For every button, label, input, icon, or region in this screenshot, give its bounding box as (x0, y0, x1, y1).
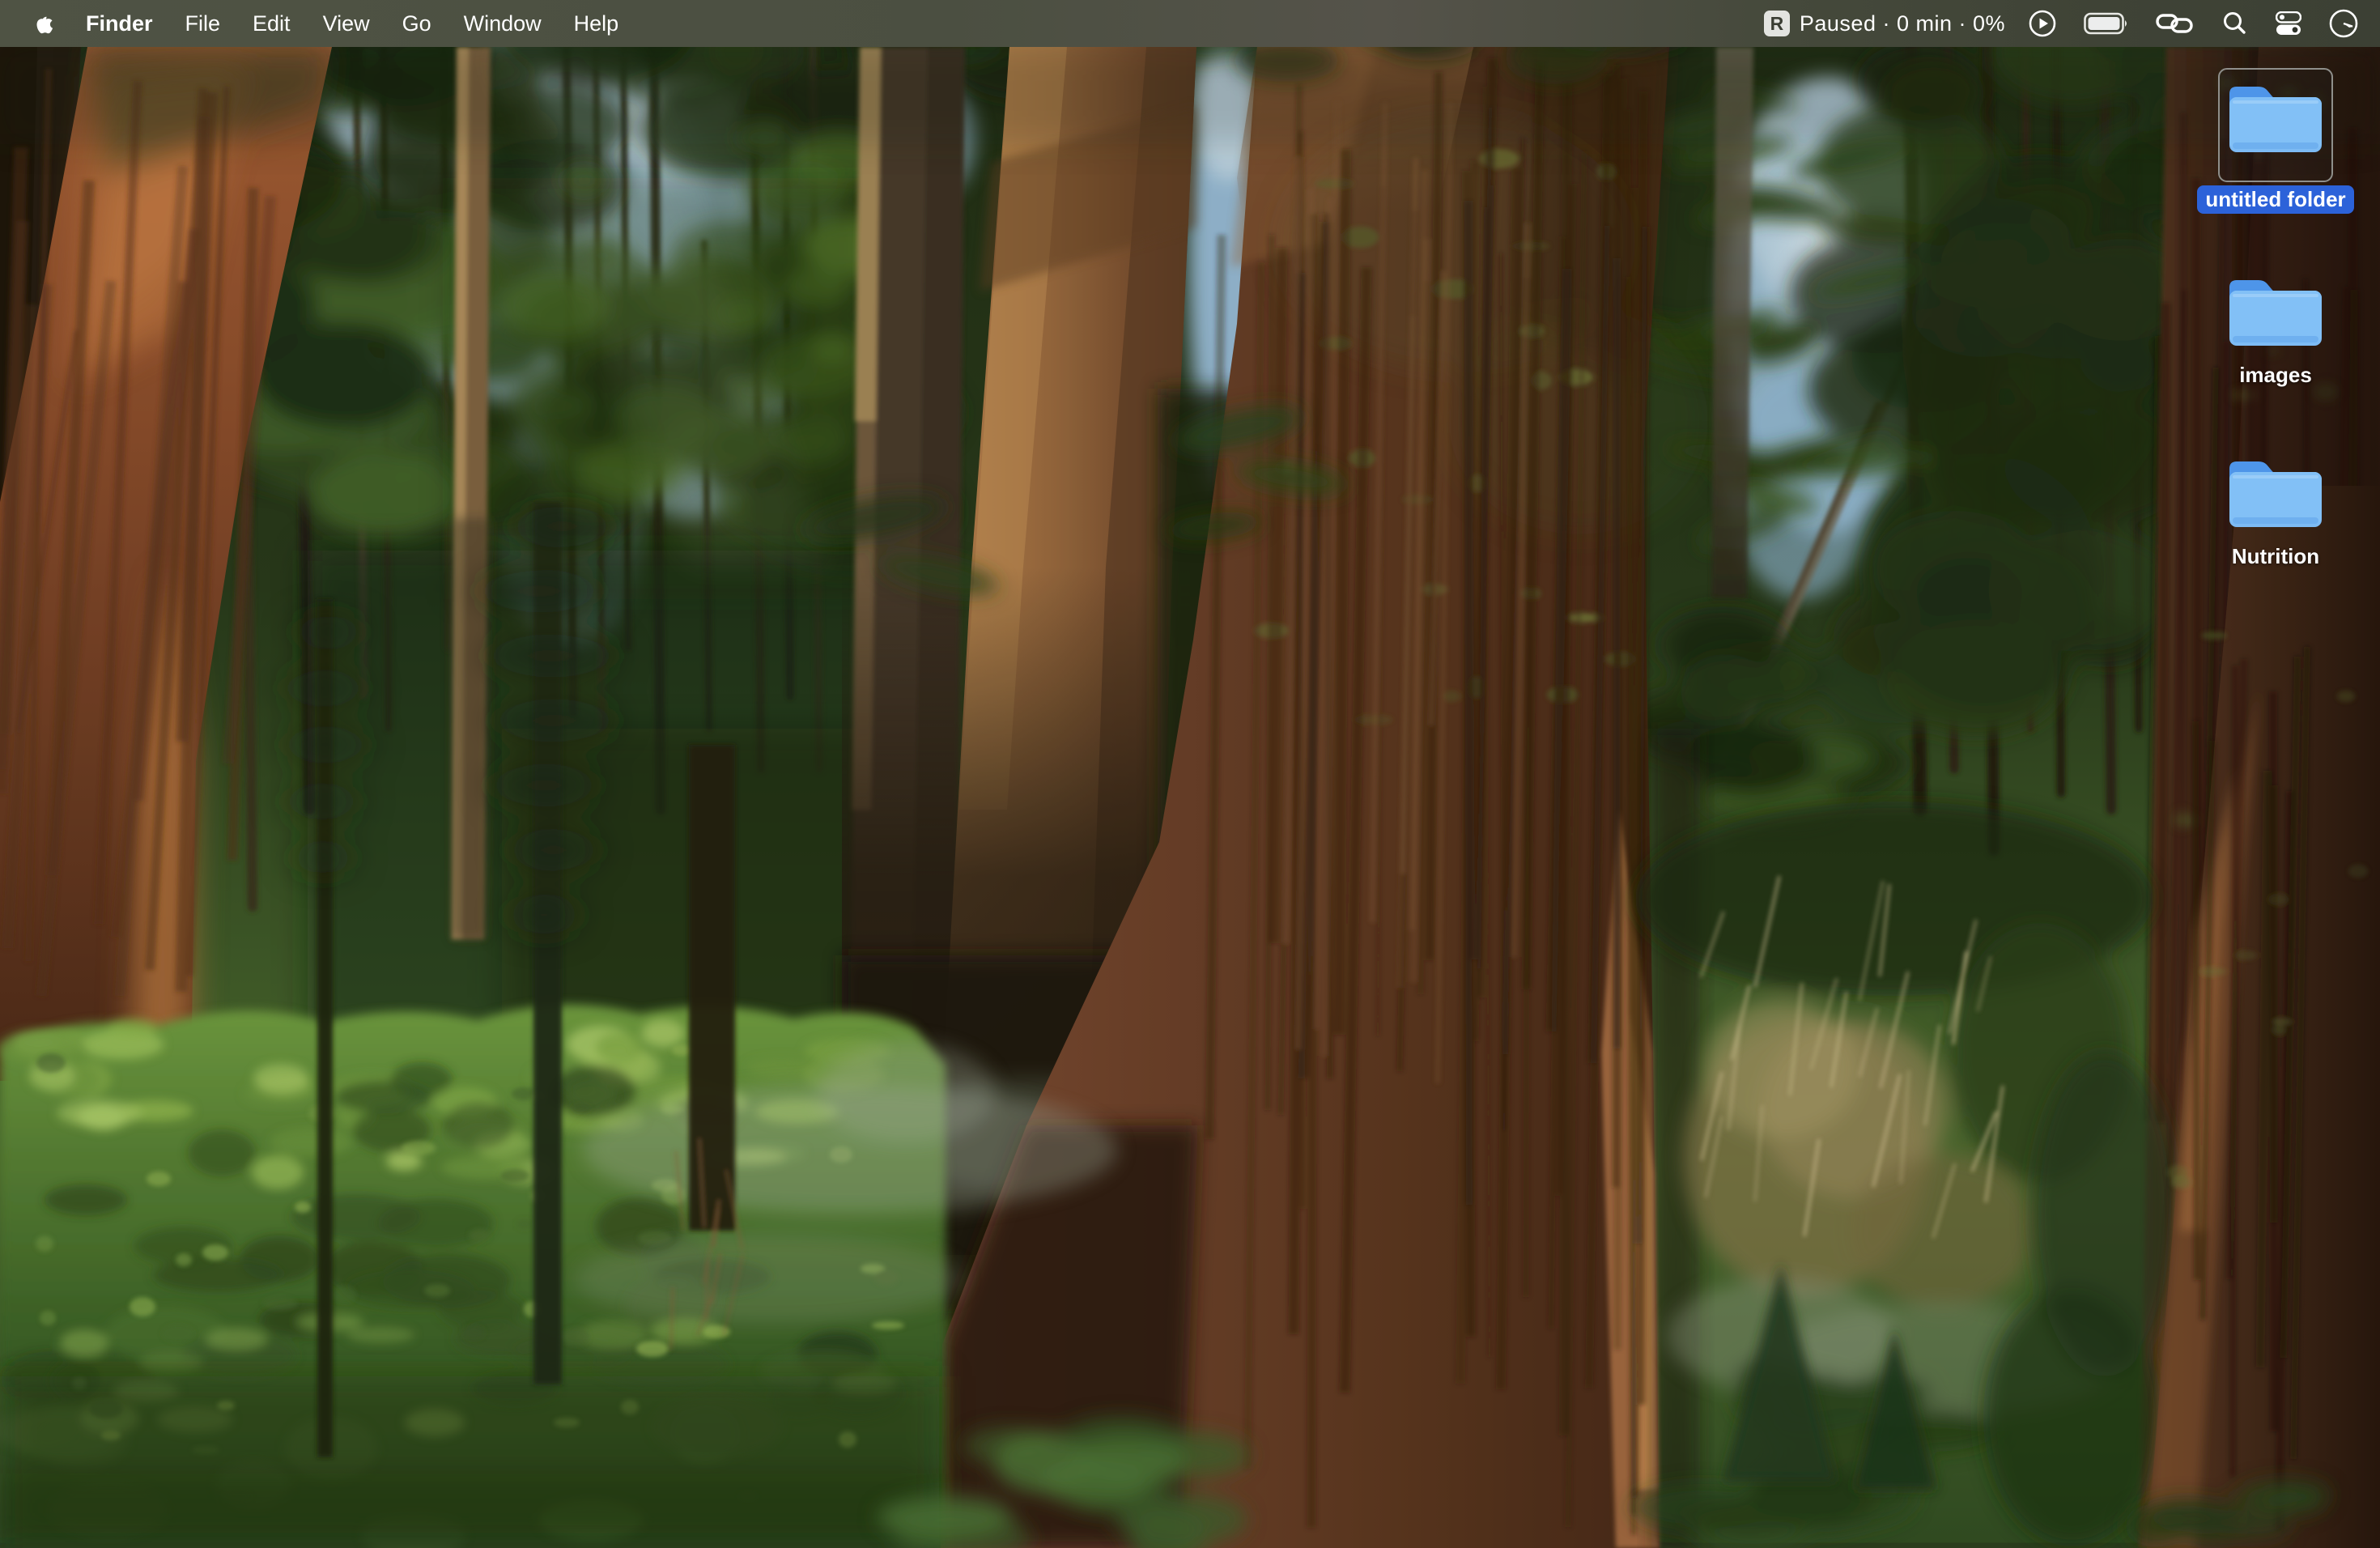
svg-text:1: 1 (940, 1465, 947, 1479)
svg-text:zoom: zoom (1325, 1485, 1366, 1502)
svg-text:17: 17 (593, 1484, 627, 1518)
svg-text:Aa: Aa (1641, 1481, 1673, 1511)
svg-text:FEB: FEB (600, 1467, 621, 1479)
